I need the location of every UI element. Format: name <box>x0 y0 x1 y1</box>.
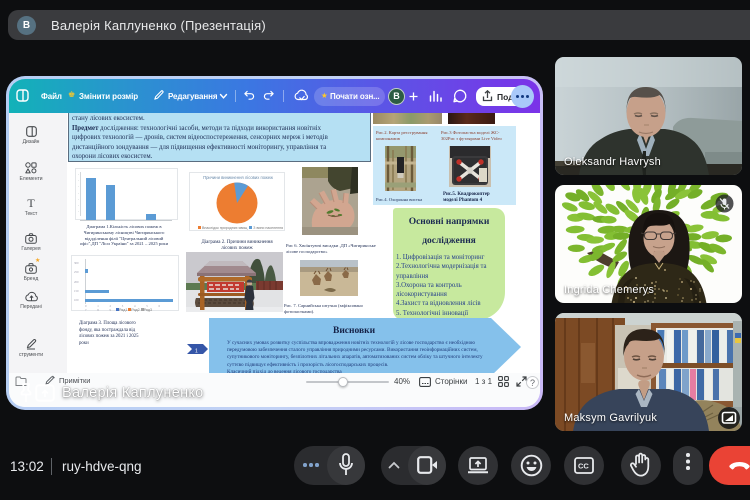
svg-text:CC: CC <box>578 462 589 471</box>
svg-text:1: 1 <box>195 349 198 355</box>
